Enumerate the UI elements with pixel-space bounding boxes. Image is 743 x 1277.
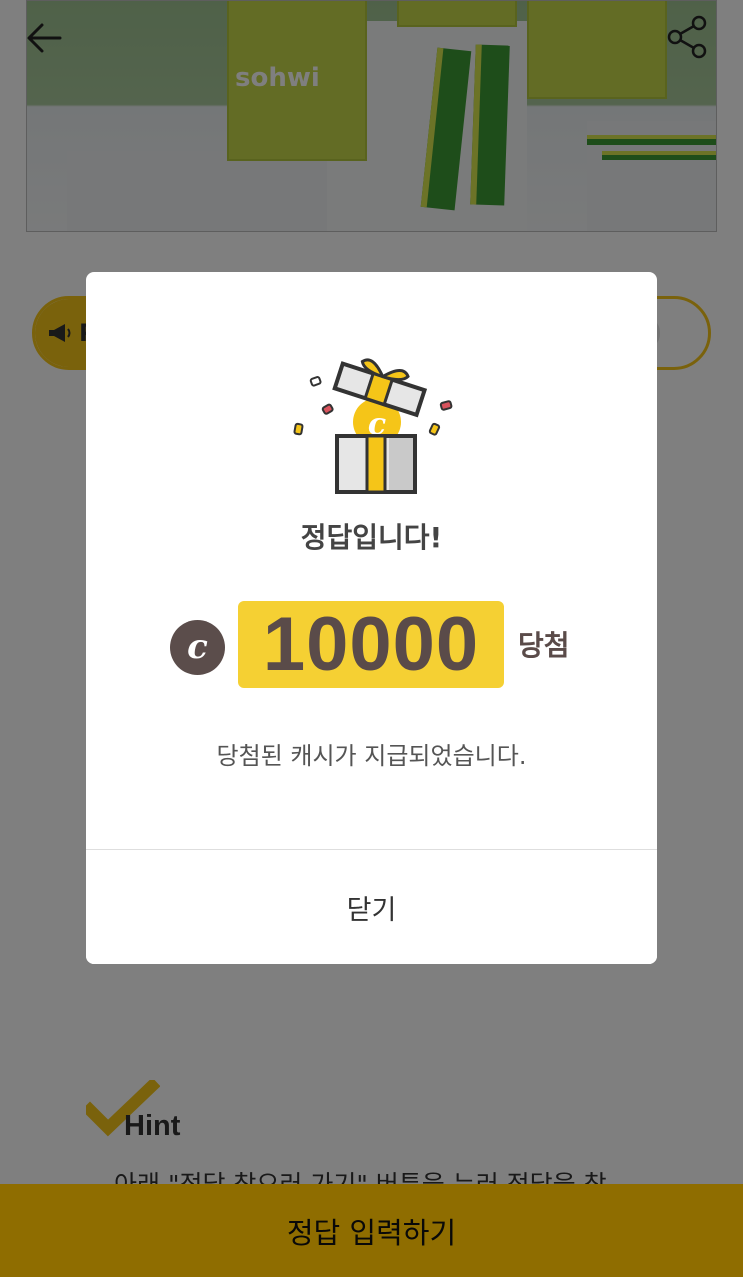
result-modal: c 정답입니다! c 10000 당첨 당첨된 캐시가 지급되었습니다. 닫기	[86, 272, 657, 964]
submit-answer-button[interactable]: 정답 입력하기	[0, 1184, 743, 1277]
cash-coin-icon: c	[170, 620, 225, 675]
gift-box-coin-icon: c	[293, 358, 453, 494]
modal-description: 당첨된 캐시가 지급되었습니다.	[216, 742, 527, 770]
prize-amount: 10000	[238, 601, 504, 688]
submit-answer-label: 정답 입력하기	[286, 1215, 457, 1250]
win-label: 당첨	[518, 629, 570, 662]
prize-row: c 10000 당첨	[86, 600, 657, 690]
modal-title: 정답입니다!	[300, 521, 443, 554]
close-button[interactable]: 닫기	[86, 850, 657, 964]
